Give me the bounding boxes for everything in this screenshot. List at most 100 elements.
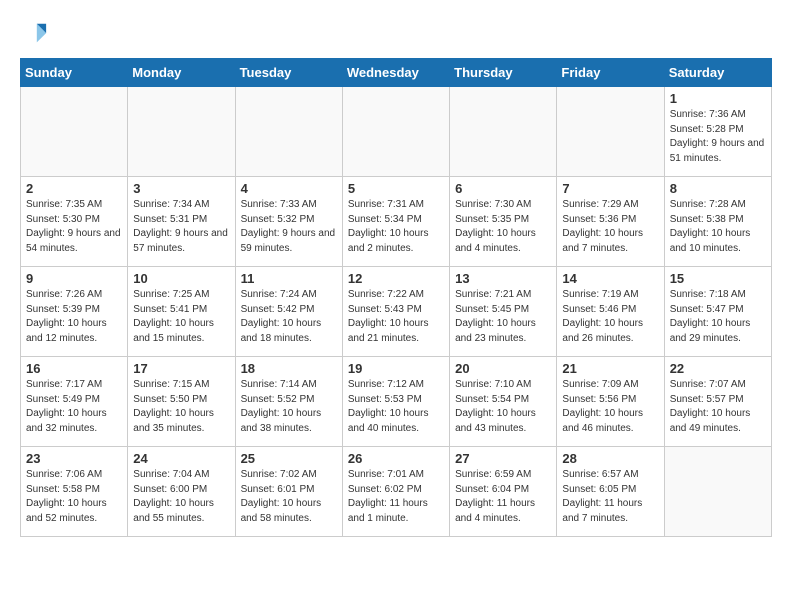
calendar-cell (21, 87, 128, 177)
calendar-cell: 28 Sunrise: 6:57 AM Sunset: 6:05 PM Dayli… (557, 447, 664, 537)
calendar-cell (557, 87, 664, 177)
calendar-cell: 6 Sunrise: 7:30 AM Sunset: 5:35 PM Daylig… (450, 177, 557, 267)
day-number: 18 (241, 361, 337, 376)
weekday-header-sunday: Sunday (21, 59, 128, 87)
day-number: 21 (562, 361, 658, 376)
day-info: Sunrise: 7:14 AM Sunset: 5:52 PM Dayligh… (241, 378, 337, 436)
day-number: 27 (455, 451, 551, 466)
day-number: 26 (348, 451, 444, 466)
day-number: 5 (348, 181, 444, 196)
weekday-header-tuesday: Tuesday (235, 59, 342, 87)
day-info: Sunrise: 7:25 AM Sunset: 5:41 PM Dayligh… (133, 288, 229, 346)
day-info: Sunrise: 7:06 AM Sunset: 5:58 PM Dayligh… (26, 468, 122, 526)
calendar-cell: 20 Sunrise: 7:10 AM Sunset: 5:54 PM Dayli… (450, 357, 557, 447)
calendar-cell (450, 87, 557, 177)
day-number: 16 (26, 361, 122, 376)
calendar-cell: 14 Sunrise: 7:19 AM Sunset: 5:46 PM Dayli… (557, 267, 664, 357)
week-row-4: 16 Sunrise: 7:17 AM Sunset: 5:49 PM Dayli… (21, 357, 772, 447)
calendar-cell: 17 Sunrise: 7:15 AM Sunset: 5:50 PM Dayli… (128, 357, 235, 447)
weekday-header-monday: Monday (128, 59, 235, 87)
weekday-header-thursday: Thursday (450, 59, 557, 87)
calendar-cell: 23 Sunrise: 7:06 AM Sunset: 5:58 PM Dayli… (21, 447, 128, 537)
day-info: Sunrise: 7:36 AM Sunset: 5:28 PM Dayligh… (670, 108, 766, 166)
day-number: 11 (241, 271, 337, 286)
day-number: 6 (455, 181, 551, 196)
logo (20, 20, 52, 48)
week-row-1: 1 Sunrise: 7:36 AM Sunset: 5:28 PM Daylig… (21, 87, 772, 177)
calendar-cell (128, 87, 235, 177)
day-info: Sunrise: 7:15 AM Sunset: 5:50 PM Dayligh… (133, 378, 229, 436)
calendar-cell: 22 Sunrise: 7:07 AM Sunset: 5:57 PM Dayli… (664, 357, 771, 447)
day-info: Sunrise: 7:19 AM Sunset: 5:46 PM Dayligh… (562, 288, 658, 346)
week-row-3: 9 Sunrise: 7:26 AM Sunset: 5:39 PM Daylig… (21, 267, 772, 357)
calendar-cell (342, 87, 449, 177)
day-info: Sunrise: 7:21 AM Sunset: 5:45 PM Dayligh… (455, 288, 551, 346)
day-number: 3 (133, 181, 229, 196)
calendar-cell: 1 Sunrise: 7:36 AM Sunset: 5:28 PM Daylig… (664, 87, 771, 177)
calendar-cell (664, 447, 771, 537)
header (20, 20, 772, 48)
day-number: 13 (455, 271, 551, 286)
day-number: 9 (26, 271, 122, 286)
day-number: 20 (455, 361, 551, 376)
calendar-cell: 15Sunrise: 7:18 AM Sunset: 5:47 PM Dayli… (664, 267, 771, 357)
day-info: Sunrise: 7:24 AM Sunset: 5:42 PM Dayligh… (241, 288, 337, 346)
calendar-cell: 25 Sunrise: 7:02 AM Sunset: 6:01 PM Dayli… (235, 447, 342, 537)
calendar-cell: 5 Sunrise: 7:31 AM Sunset: 5:34 PM Daylig… (342, 177, 449, 267)
day-number: 17 (133, 361, 229, 376)
day-info: Sunrise: 7:29 AM Sunset: 5:36 PM Dayligh… (562, 198, 658, 256)
calendar-cell: 2 Sunrise: 7:35 AM Sunset: 5:30 PM Daylig… (21, 177, 128, 267)
weekday-header-row: SundayMondayTuesdayWednesdayThursdayFrid… (21, 59, 772, 87)
day-number: 1 (670, 91, 766, 106)
day-number: 8 (670, 181, 766, 196)
calendar-table: SundayMondayTuesdayWednesdayThursdayFrid… (20, 58, 772, 537)
calendar-cell: 10 Sunrise: 7:25 AM Sunset: 5:41 PM Dayli… (128, 267, 235, 357)
day-number: 14 (562, 271, 658, 286)
day-info: Sunrise: 7:34 AM Sunset: 5:31 PM Dayligh… (133, 198, 229, 256)
day-info: Sunrise: 7:28 AM Sunset: 5:38 PM Dayligh… (670, 198, 766, 256)
day-info: Sunrise: 7:22 AM Sunset: 5:43 PM Dayligh… (348, 288, 444, 346)
calendar-cell: 8 Sunrise: 7:28 AM Sunset: 5:38 PM Daylig… (664, 177, 771, 267)
day-number: 25 (241, 451, 337, 466)
day-number: 22 (670, 361, 766, 376)
calendar-cell: 11 Sunrise: 7:24 AM Sunset: 5:42 PM Dayli… (235, 267, 342, 357)
calendar-cell: 18 Sunrise: 7:14 AM Sunset: 5:52 PM Dayli… (235, 357, 342, 447)
calendar-cell: 4 Sunrise: 7:33 AM Sunset: 5:32 PM Daylig… (235, 177, 342, 267)
day-number: 24 (133, 451, 229, 466)
day-info: Sunrise: 7:12 AM Sunset: 5:53 PM Dayligh… (348, 378, 444, 436)
day-info: Sunrise: 6:57 AM Sunset: 6:05 PM Dayligh… (562, 468, 658, 526)
day-info: Sunrise: 7:33 AM Sunset: 5:32 PM Dayligh… (241, 198, 337, 256)
general-blue-logo-icon (20, 20, 48, 48)
calendar-cell: 21 Sunrise: 7:09 AM Sunset: 5:56 PM Dayli… (557, 357, 664, 447)
weekday-header-friday: Friday (557, 59, 664, 87)
calendar-cell (235, 87, 342, 177)
day-number: 12 (348, 271, 444, 286)
day-info: Sunrise: 6:59 AM Sunset: 6:04 PM Dayligh… (455, 468, 551, 526)
day-number: 10 (133, 271, 229, 286)
calendar-cell: 13 Sunrise: 7:21 AM Sunset: 5:45 PM Dayli… (450, 267, 557, 357)
calendar-cell: 16 Sunrise: 7:17 AM Sunset: 5:49 PM Dayli… (21, 357, 128, 447)
day-number: 19 (348, 361, 444, 376)
week-row-5: 23 Sunrise: 7:06 AM Sunset: 5:58 PM Dayli… (21, 447, 772, 537)
day-info: Sunrise: 7:31 AM Sunset: 5:34 PM Dayligh… (348, 198, 444, 256)
calendar-cell: 19 Sunrise: 7:12 AM Sunset: 5:53 PM Dayli… (342, 357, 449, 447)
day-info: Sunrise: 7:35 AM Sunset: 5:30 PM Dayligh… (26, 198, 122, 256)
day-info: Sunrise: 7:09 AM Sunset: 5:56 PM Dayligh… (562, 378, 658, 436)
calendar-cell: 26 Sunrise: 7:01 AM Sunset: 6:02 PM Dayli… (342, 447, 449, 537)
calendar-cell: 27 Sunrise: 6:59 AM Sunset: 6:04 PM Dayli… (450, 447, 557, 537)
day-info: Sunrise: 7:01 AM Sunset: 6:02 PM Dayligh… (348, 468, 444, 526)
day-number: 4 (241, 181, 337, 196)
day-info: Sunrise: 7:17 AM Sunset: 5:49 PM Dayligh… (26, 378, 122, 436)
day-info: Sunrise: 7:02 AM Sunset: 6:01 PM Dayligh… (241, 468, 337, 526)
day-info: Sunrise: 7:04 AM Sunset: 6:00 PM Dayligh… (133, 468, 229, 526)
day-number: 28 (562, 451, 658, 466)
day-info: Sunrise: 7:10 AM Sunset: 5:54 PM Dayligh… (455, 378, 551, 436)
day-info: Sunrise: 7:26 AM Sunset: 5:39 PM Dayligh… (26, 288, 122, 346)
day-info: Sunrise: 7:30 AM Sunset: 5:35 PM Dayligh… (455, 198, 551, 256)
day-info: Sunrise: 7:07 AM Sunset: 5:57 PM Dayligh… (670, 378, 766, 436)
day-number: 23 (26, 451, 122, 466)
day-number: 7 (562, 181, 658, 196)
day-number: 2 (26, 181, 122, 196)
calendar-cell: 24 Sunrise: 7:04 AM Sunset: 6:00 PM Dayli… (128, 447, 235, 537)
day-number: 15 (670, 271, 766, 286)
